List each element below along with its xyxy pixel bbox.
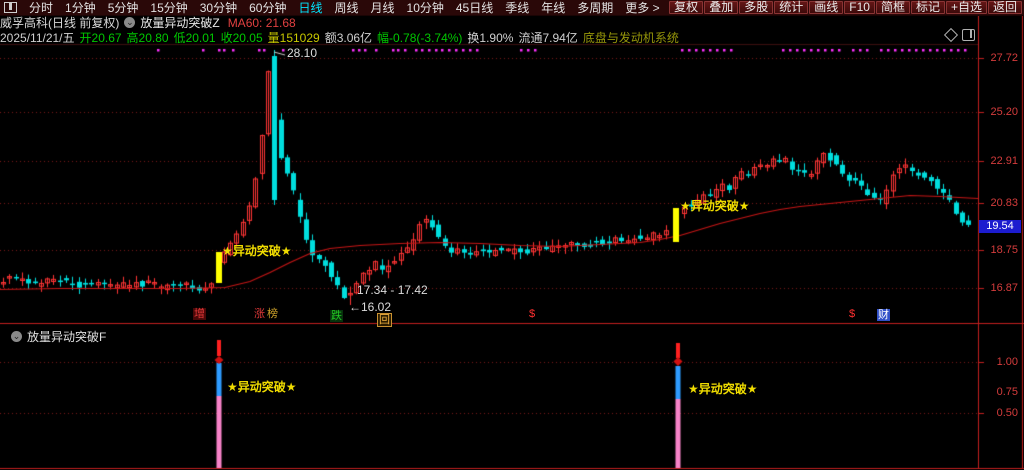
sub-axis-label: 0.75 (996, 386, 1018, 398)
chevron-down-icon[interactable]: ⌄ (124, 17, 136, 28)
menu-item-period[interactable]: 10分钟 (401, 0, 450, 16)
toolbar-button[interactable]: +自选 (945, 1, 987, 14)
menu-item-period[interactable]: 年线 (535, 0, 571, 16)
quote-field: 开20.67 (79, 30, 122, 45)
sub-axis-label: 0.50 (996, 407, 1018, 419)
chart-canvas[interactable] (0, 0, 1024, 470)
event-marker-icon[interactable]: 跌 (330, 310, 343, 322)
sub-panel-header: ⌄ 放量异动突破F (6, 328, 106, 345)
event-marker-icon[interactable]: 榜 (266, 308, 279, 320)
quote-field: 额3.06亿 (324, 30, 373, 45)
current-price-badge: 19.54 (979, 220, 1021, 233)
peak-price-label: 28.10 (287, 46, 318, 60)
gap-range-label: 17.34 - 17.42 (357, 283, 428, 297)
quote-field: 流通7.94亿 (518, 30, 578, 45)
price-axis-label: 18.75 (990, 244, 1018, 256)
quote-field: 量151029 (267, 30, 320, 45)
window-restore-icon[interactable] (4, 2, 17, 13)
toolbar-button[interactable]: 复权 (669, 1, 704, 14)
menu-item-period[interactable]: 季线 (499, 0, 535, 16)
toolbar-button[interactable]: 标记 (910, 1, 945, 14)
quote-field: 高20.80 (126, 30, 169, 45)
menu-item-period[interactable]: 日线 (292, 0, 328, 16)
quote-field: 收20.05 (220, 30, 263, 45)
quote-field: 2025/11/21/五 (0, 30, 75, 45)
sub-axis-label: 1.00 (996, 356, 1018, 368)
toolbar-button[interactable]: 叠加 (704, 1, 739, 14)
price-axis-label: 27.72 (990, 52, 1018, 64)
toolbar-button[interactable]: F10 (844, 1, 875, 14)
price-axis-label: 16.87 (990, 282, 1018, 294)
ma60-value: MA60: 21.68 (227, 15, 296, 30)
quote-field: 幅-0.78(-3.74%) (377, 30, 463, 45)
price-axis-label: 20.83 (990, 197, 1018, 209)
menu-item-period[interactable]: 45日线 (450, 0, 499, 16)
menu-item-period[interactable]: 60分钟 (243, 0, 292, 16)
toolbar-button[interactable]: 多股 (739, 1, 774, 14)
menu-item-period[interactable]: 月线 (365, 0, 401, 16)
breakout-signal-label: ★异动突破★ (688, 382, 758, 396)
low-price-label: ←16.02 (349, 300, 392, 314)
event-marker-icon[interactable]: 增 (193, 308, 206, 320)
breakout-signal-label: ★异动突破★ (227, 380, 297, 394)
price-axis-label: 22.91 (990, 155, 1018, 167)
event-marker-icon[interactable]: $ (848, 308, 856, 320)
toolbar-button[interactable]: 返回 (987, 1, 1022, 14)
menu-item-period[interactable]: 多周期 (571, 0, 619, 16)
menu-item-period[interactable]: 更多 > (619, 0, 665, 16)
toolbar-button[interactable]: 画线 (809, 1, 844, 14)
event-marker-icon[interactable]: $ (528, 308, 536, 320)
chevron-down-icon[interactable]: ⌄ (11, 331, 22, 342)
sub-indicator-name[interactable]: 放量异动突破F (27, 328, 106, 345)
event-marker-icon[interactable]: 回 (377, 313, 392, 327)
menu-item-period[interactable]: 周线 (328, 0, 364, 16)
breakout-signal-label: ★异动突破★ (680, 199, 750, 213)
event-marker-icon[interactable]: 涨 (253, 308, 266, 320)
breakout-signal-label: ★异动突破★ (222, 244, 292, 258)
period-menu: 分时 1分钟 5分钟 15分钟 30分钟 60分钟 日线 周线 月线 10分钟 45日线 季线 年线 多周… (23, 0, 666, 16)
quote-field: 底盘与发动机系统 (582, 30, 679, 45)
quote-field: 低20.01 (173, 30, 216, 45)
event-marker-icon[interactable]: 财 (877, 309, 890, 321)
price-axis-label: 25.20 (990, 106, 1018, 118)
toolbar-buttons: 复权 叠加 多股 统计 画线 F10 简框 标记 +自选 返回 (668, 1, 1022, 14)
quote-field: 换1.90% (467, 30, 514, 45)
quote-info-bar: 2025/11/21/五 开20.67 高20.80 低20.01 收20.05 量151… (0, 30, 978, 45)
toolbar-button[interactable]: 简框 (875, 1, 910, 14)
toolbar-button[interactable]: 统计 (774, 1, 809, 14)
